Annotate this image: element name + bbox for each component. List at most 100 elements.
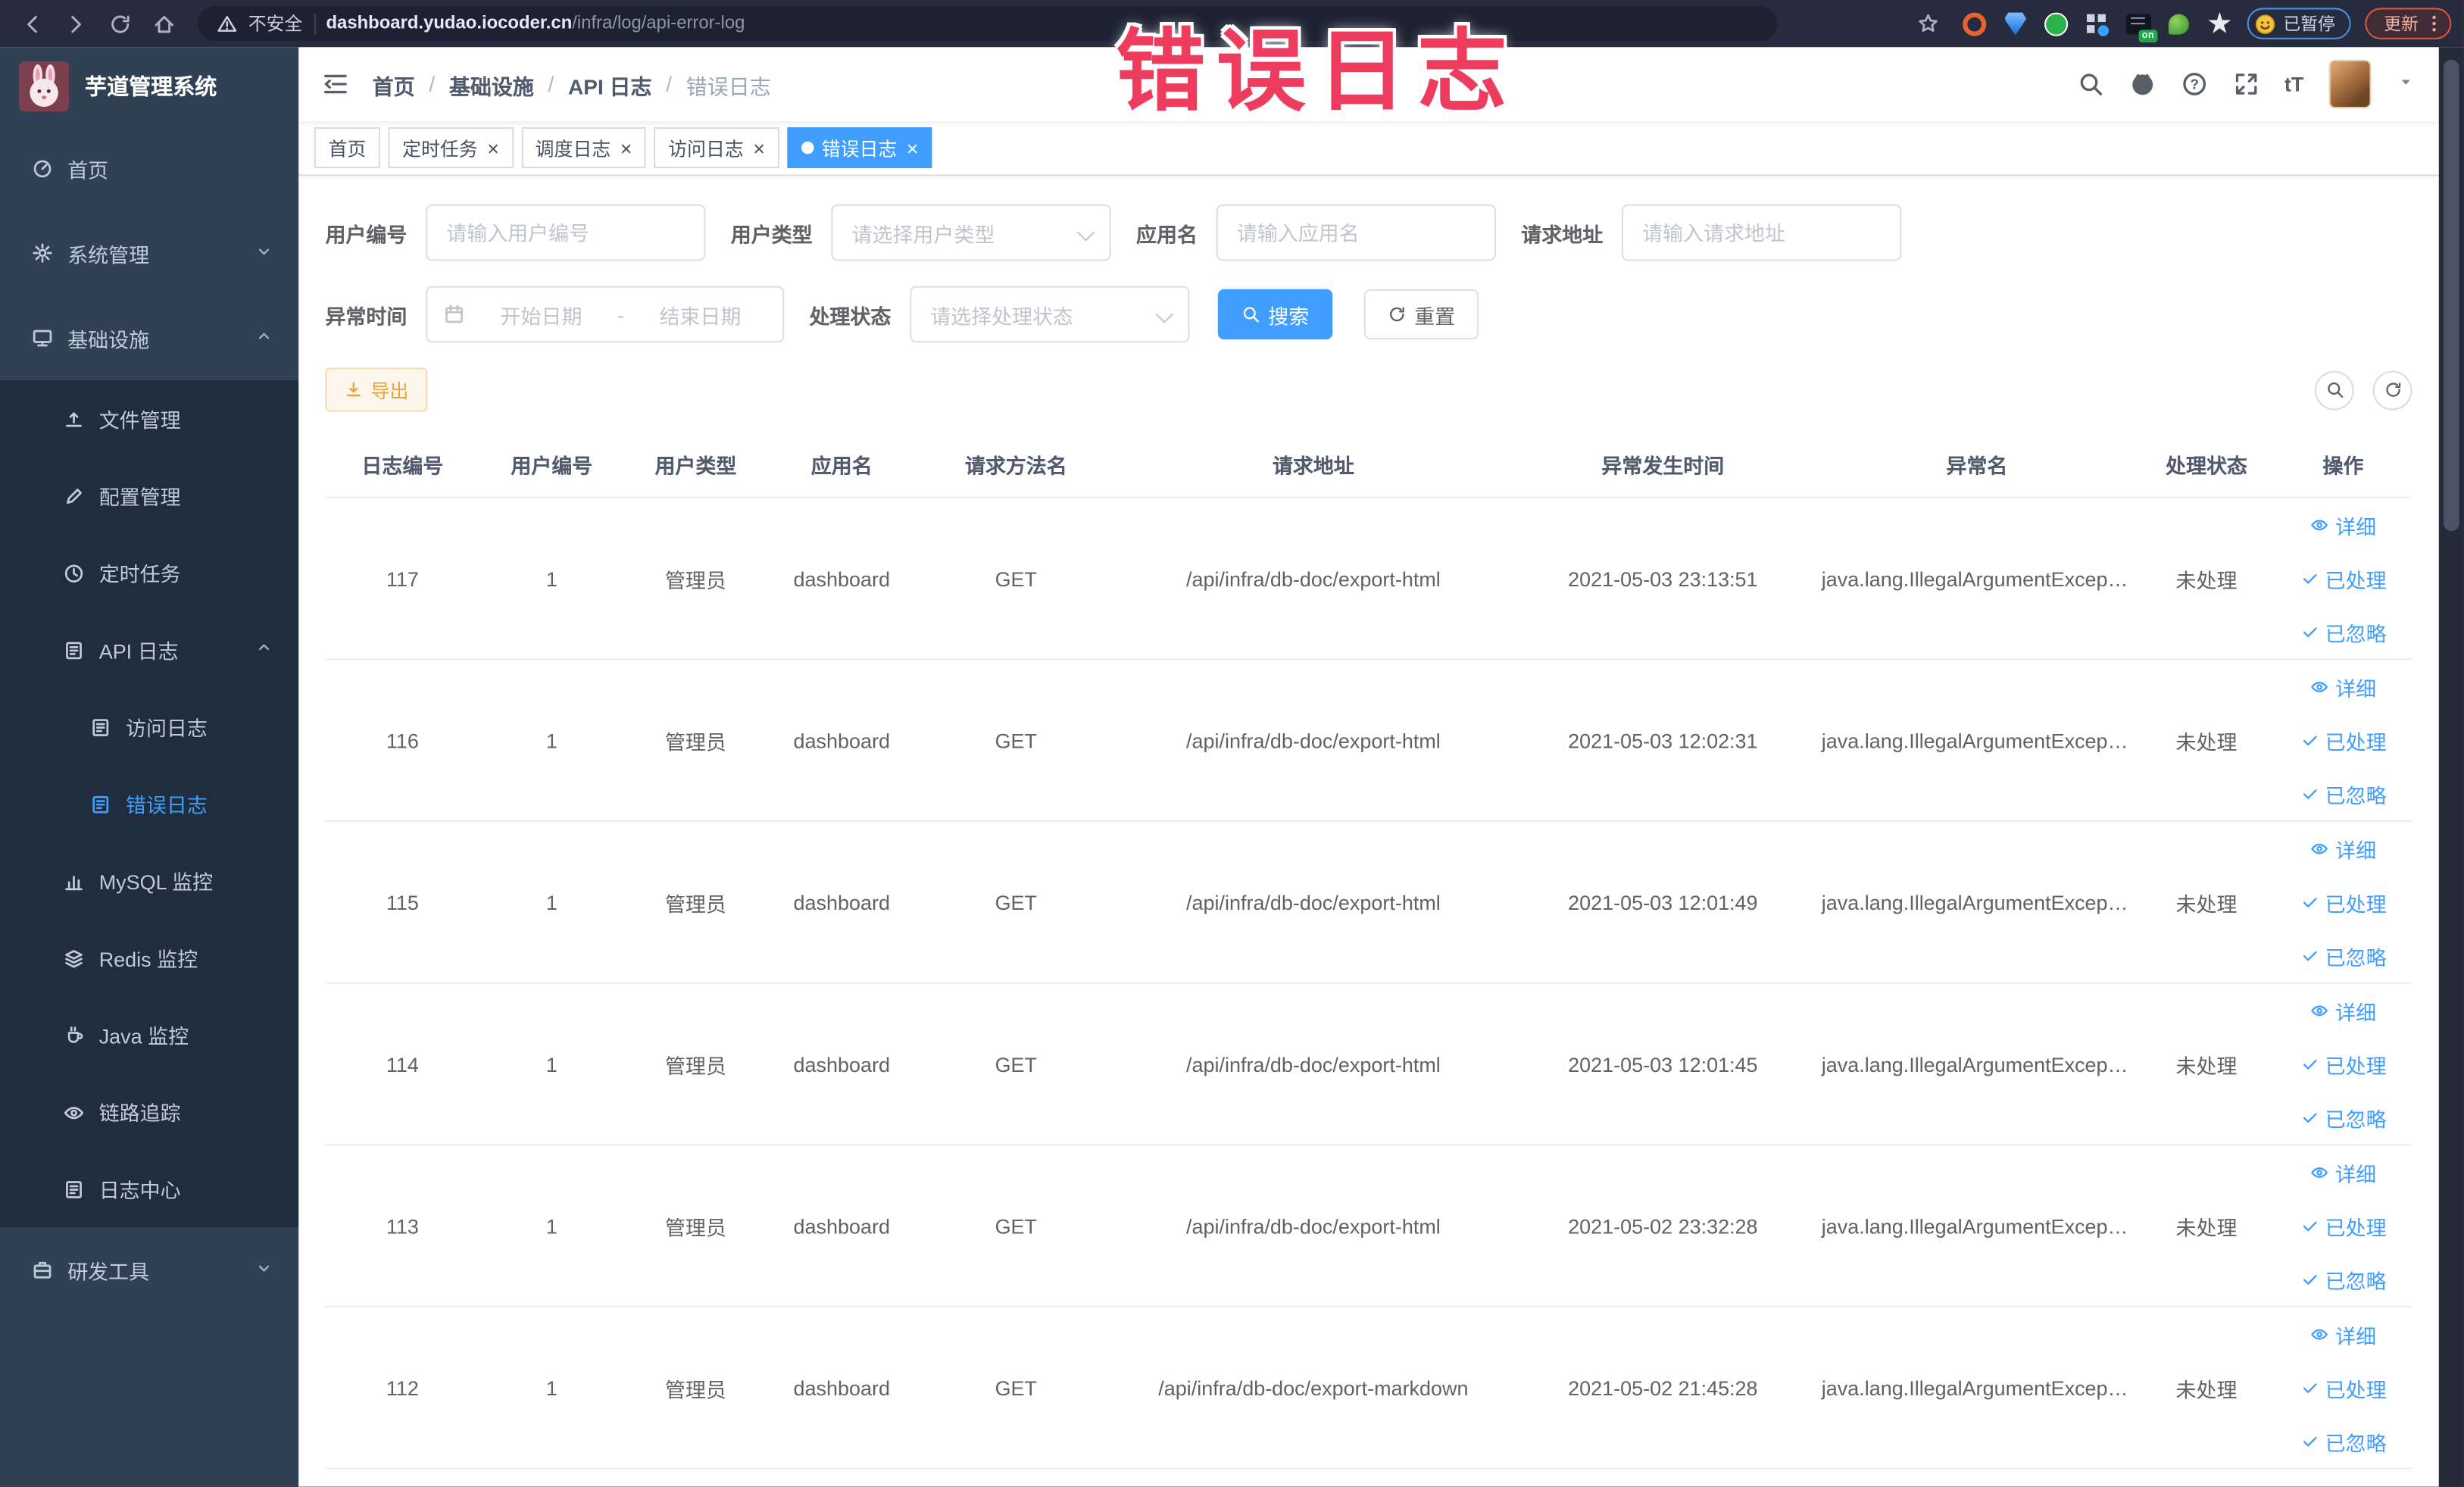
breadcrumb-link[interactable]: 基础设施 — [449, 68, 534, 99]
extension-paused-badge[interactable]: 已暂停 — [2247, 8, 2351, 39]
search-icon — [2080, 73, 2102, 95]
reset-button[interactable]: 重置 — [1363, 289, 1479, 340]
close-icon[interactable]: × — [487, 138, 499, 158]
table-row: 114 1 管理员 dashboard GET/api/infra/db-doc/exp… — [325, 982, 2412, 1146]
sidebar-item-log-center[interactable]: 日志中心 — [0, 1150, 299, 1228]
app-name-input[interactable] — [1216, 204, 1497, 261]
switch-extension-icon[interactable]: on — [2125, 10, 2158, 42]
sidebar-item-access-log[interactable]: 访问日志 — [0, 688, 299, 766]
text-size-icon[interactable]: tT — [2284, 72, 2303, 95]
reload-button[interactable] — [101, 5, 139, 42]
tab-home[interactable]: 首页 — [314, 127, 381, 168]
search-button[interactable]: 搜索 — [1217, 289, 1333, 340]
sidebar: 芋道管理系统 首页系统管理基础设施 文件管理配置管理定时任务 API 日志 访问日志错… — [0, 47, 299, 1487]
breadcrumb-link[interactable]: 首页 — [373, 68, 415, 99]
sidebar-item-label: Java 监控 — [98, 1024, 189, 1048]
cell-status: 未处理 — [2138, 982, 2275, 1146]
mark-processed-link[interactable]: 已处理 — [2300, 724, 2387, 755]
breadcrumb-separator: / — [666, 72, 673, 96]
cell-user-id: 1 — [479, 1145, 624, 1308]
mark-processed-link[interactable]: 已处理 — [2300, 886, 2387, 917]
detail-link[interactable]: 详细 — [2310, 1319, 2376, 1350]
cell-app-name: dashboard — [767, 659, 917, 823]
sidebar-fold-icon[interactable] — [322, 70, 348, 97]
tab-scheduled-jobs[interactable]: 定时任务 × — [388, 127, 514, 168]
close-icon[interactable]: × — [907, 138, 919, 158]
sidebar-item-api-log[interactable]: API 日志 — [0, 611, 299, 689]
request-url-input[interactable] — [1622, 204, 1902, 261]
detail-link[interactable]: 详细 — [2310, 995, 2376, 1026]
detail-link[interactable]: 详细 — [2310, 1157, 2376, 1188]
close-icon[interactable]: × — [620, 138, 632, 158]
cell-user-id: 1 — [479, 1307, 624, 1470]
mark-processed-link[interactable]: 已处理 — [2300, 1210, 2387, 1241]
tab-access-log[interactable]: 访问日志 × — [654, 127, 779, 168]
cell-actions: 详细 已处理 已忽略 — [2274, 982, 2412, 1146]
grid-extension-icon[interactable] — [2084, 10, 2110, 36]
eye-icon — [2311, 1167, 2328, 1178]
exception-time-range-picker[interactable]: 开始日期 - 结束日期 — [426, 286, 785, 343]
green-circle-extension-icon[interactable] — [2043, 10, 2069, 36]
blue-shield-extension-icon[interactable] — [2002, 10, 2028, 36]
export-button[interactable]: 导出 — [325, 367, 428, 412]
mark-ignored-link[interactable]: 已忽略 — [2300, 778, 2387, 809]
sidebar-item-java-monitor[interactable]: Java 监控 — [0, 996, 299, 1073]
mark-ignored-link[interactable]: 已忽略 — [2300, 1426, 2387, 1457]
app-logo[interactable]: 芋道管理系统 — [0, 47, 298, 126]
mark-ignored-link[interactable]: 已忽略 — [2300, 940, 2387, 971]
breadcrumb-link[interactable]: API 日志 — [568, 68, 652, 99]
mark-processed-link[interactable]: 已处理 — [2300, 1048, 2387, 1079]
detail-link[interactable]: 详细 — [2310, 671, 2376, 702]
orange-ring-extension-icon[interactable] — [1961, 10, 1988, 36]
mark-processed-link[interactable]: 已处理 — [2300, 1372, 2387, 1403]
leaf-extension-icon[interactable] — [2166, 10, 2192, 36]
forward-button[interactable] — [57, 5, 95, 42]
sidebar-item-infrastructure[interactable]: 基础设施 — [0, 295, 298, 380]
sidebar-item-home[interactable]: 首页 — [0, 126, 298, 211]
sidebar-item-mysql-monitor[interactable]: MySQL 监控 — [0, 842, 299, 920]
caret-down-icon[interactable] — [2397, 70, 2416, 98]
refresh-button[interactable] — [2372, 370, 2412, 410]
user-id-input[interactable] — [426, 204, 706, 261]
mark-processed-link[interactable]: 已处理 — [2300, 563, 2387, 594]
url-text: dashboard.yudao.iocoder.cn/infra/log/api… — [326, 14, 745, 33]
search-icon[interactable] — [2077, 70, 2103, 97]
star-extension-icon[interactable] — [2206, 10, 2233, 36]
github-icon[interactable] — [2128, 70, 2155, 97]
browser-update-button[interactable]: 更新 — [2365, 8, 2452, 39]
tab-job-log[interactable]: 调度日志 × — [520, 127, 647, 168]
mark-ignored-link[interactable]: 已忽略 — [2300, 616, 2387, 647]
cell-app-name: dashboard — [767, 982, 917, 1146]
cell-exception: java.lang.IllegalArgumentException — [1815, 982, 2139, 1146]
sidebar-item-file-management[interactable]: 文件管理 — [0, 380, 299, 458]
sidebar-item-scheduled-jobs[interactable]: 定时任务 — [0, 534, 299, 612]
fullscreen-icon[interactable] — [2232, 70, 2259, 97]
home-button[interactable] — [145, 5, 183, 42]
bookmark-button[interactable] — [1910, 5, 1947, 42]
sidebar-item-dev-tools[interactable]: 研发工具 — [0, 1227, 298, 1312]
sidebar-item-redis-monitor[interactable]: Redis 监控 — [0, 919, 299, 997]
scrollbar-thumb[interactable] — [2444, 59, 2459, 532]
sidebar-item-label: 系统管理 — [67, 242, 150, 267]
sidebar-item-label: 配置管理 — [98, 486, 181, 510]
detail-link[interactable]: 详细 — [2310, 509, 2376, 540]
cell-time: 2021-05-03 12:01:45 — [1510, 982, 1816, 1146]
mark-ignored-link[interactable]: 已忽略 — [2300, 1101, 2387, 1132]
sidebar-menu: 首页系统管理基础设施 文件管理配置管理定时任务 API 日志 访问日志 错误日志 MySQ… — [0, 126, 299, 1312]
question-circle-icon[interactable]: ? — [2181, 70, 2207, 97]
sidebar-item-system-management[interactable]: 系统管理 — [0, 211, 298, 295]
back-button[interactable] — [13, 5, 51, 42]
process-status-select[interactable]: 请选择处理状态 — [910, 286, 1190, 343]
user-type-select[interactable]: 请选择用户类型 — [831, 204, 1111, 261]
address-bar[interactable]: 不安全 dashboard.yudao.iocoder.cn/infra/log… — [198, 6, 1778, 41]
toggle-search-button[interactable] — [2314, 370, 2354, 410]
detail-link[interactable]: 详细 — [2310, 833, 2376, 864]
user-avatar-image[interactable] — [2328, 59, 2372, 109]
sidebar-item-error-log[interactable]: 错误日志 — [0, 765, 299, 842]
tab-error-log[interactable]: 错误日志 × — [787, 127, 933, 168]
cell-log-id: 117 — [325, 497, 480, 661]
sidebar-item-trace[interactable]: 链路追踪 — [0, 1073, 299, 1151]
close-icon[interactable]: × — [753, 138, 765, 158]
sidebar-item-config-management[interactable]: 配置管理 — [0, 457, 299, 535]
mark-ignored-link[interactable]: 已忽略 — [2300, 1264, 2387, 1295]
